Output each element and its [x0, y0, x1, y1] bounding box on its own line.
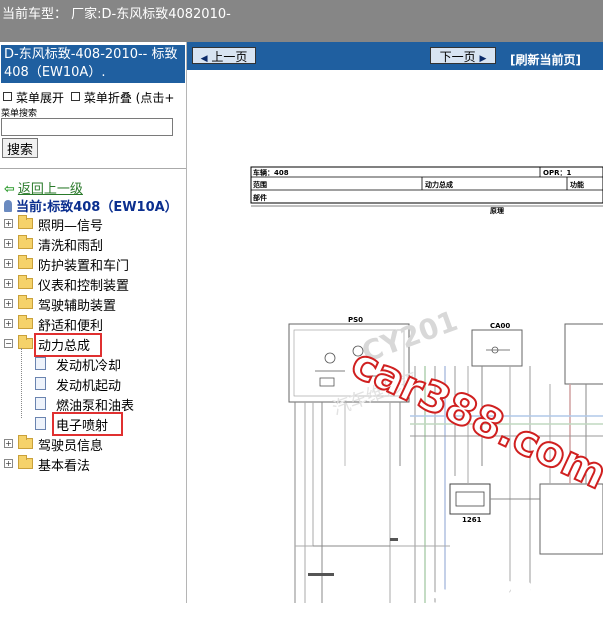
- diagram-part: 部件: [253, 194, 267, 202]
- folder-icon: [18, 235, 33, 249]
- collapse-icon[interactable]: [70, 92, 80, 101]
- tree-item-label: 基本看法: [38, 459, 91, 474]
- current-model-text: 当前车型： 厂家:D-东风标致4082010-: [2, 7, 231, 22]
- tree-item-label: 照明—信号: [38, 219, 104, 234]
- back-arrow-icon: ⇦: [4, 182, 15, 197]
- next-page-label: 下一页: [439, 50, 476, 64]
- folder-icon: [18, 275, 33, 289]
- expand-plus-icon[interactable]: +: [4, 439, 13, 448]
- document-icon: [35, 397, 46, 410]
- folder-icon: [18, 435, 33, 449]
- collapse-minus-icon[interactable]: −: [4, 339, 13, 348]
- document-icon: [35, 417, 46, 430]
- tree-item-label: 防护装置和车门: [38, 259, 130, 274]
- triangle-left-icon: ◀: [200, 54, 208, 64]
- folder-icon: [18, 215, 33, 229]
- tree-item-label: 舒适和便利: [38, 319, 104, 334]
- expand-plus-icon[interactable]: +: [4, 459, 13, 468]
- car-icon: [4, 200, 12, 212]
- top-bar: 当前车型： 厂家:D-东风标致4082010-: [0, 0, 603, 42]
- tree-connector: [21, 348, 22, 418]
- back-link[interactable]: ⇦ 返回上一级: [4, 178, 83, 197]
- wiring-diagram: 车辆：408 OPR：1 范围 动力总成 功能 部件 原理 PS0 CA00 1…: [250, 166, 603, 603]
- tree-item-label: 驾驶辅助装置: [38, 299, 117, 314]
- refresh-link[interactable]: [刷新当前页]: [510, 51, 581, 68]
- sidebar: D-东风标致-408-2010-- 标致408（EW10A）. 菜单展开 菜单折…: [0, 42, 187, 603]
- highlight-box: [52, 412, 123, 436]
- diagram-ps-label: PS0: [348, 316, 364, 324]
- wiring-diagram-svg: [250, 166, 603, 603]
- diagram-opr: OPR：1: [543, 169, 572, 177]
- folder-icon: [18, 295, 33, 309]
- expand-plus-icon[interactable]: +: [4, 319, 13, 328]
- expand-plus-icon[interactable]: +: [4, 279, 13, 288]
- expand-plus-icon[interactable]: +: [4, 259, 13, 268]
- menu-controls: 菜单展开 菜单折叠 (点击+: [0, 89, 186, 105]
- tree-item-label: 仪表和控制装置: [38, 279, 130, 294]
- diagram-ca-label: CA00: [490, 322, 511, 330]
- diagram-scope: 范围: [253, 181, 267, 189]
- divider: [0, 168, 186, 169]
- tree-item-label: 驾驶员信息: [38, 439, 104, 454]
- page-nav-bar: ◀ 上一页 下一页 ▶ [刷新当前页]: [187, 42, 603, 70]
- expand-plus-icon[interactable]: +: [4, 239, 13, 248]
- diagram-vehicle: 车辆：408: [253, 169, 289, 177]
- current-node-label: 当前:标致408（EW10A）: [16, 200, 178, 215]
- search-input[interactable]: [1, 118, 173, 136]
- folder-icon: [18, 255, 33, 269]
- back-link-label: 返回上一级: [17, 182, 83, 197]
- sidebar-title: D-东风标致-408-2010-- 标致408（EW10A）.: [1, 45, 185, 83]
- highlight-box: [34, 333, 102, 357]
- prev-page-label: 上一页: [211, 50, 248, 64]
- expand-icon[interactable]: [3, 92, 12, 101]
- prev-page-button[interactable]: ◀ 上一页: [192, 47, 256, 64]
- diagram-code-1261: 1261: [462, 516, 482, 524]
- triangle-right-icon: ▶: [479, 54, 487, 64]
- diagram-powertrain: 动力总成: [425, 181, 453, 189]
- diagram-principle: 原理: [490, 207, 504, 215]
- document-icon: [35, 357, 46, 370]
- tree-child-label: 发动机起动: [56, 379, 122, 394]
- next-page-button[interactable]: 下一页 ▶: [430, 47, 496, 64]
- diagram-function: 功能: [570, 181, 584, 189]
- folder-icon: [18, 455, 33, 469]
- tree-child-label: 发动机冷却: [56, 359, 122, 374]
- tree-item-label: 清洗和雨刮: [38, 239, 104, 254]
- folder-icon: [18, 315, 33, 329]
- document-icon: [35, 377, 46, 390]
- expand-plus-icon[interactable]: +: [4, 219, 13, 228]
- search-button[interactable]: 搜索: [2, 138, 38, 158]
- current-node: 当前:标致408（EW10A）: [4, 196, 178, 215]
- menu-expand-link[interactable]: 菜单展开: [16, 91, 64, 105]
- expand-plus-icon[interactable]: +: [4, 299, 13, 308]
- menu-collapse-link[interactable]: 菜单折叠 (点击+: [84, 91, 175, 105]
